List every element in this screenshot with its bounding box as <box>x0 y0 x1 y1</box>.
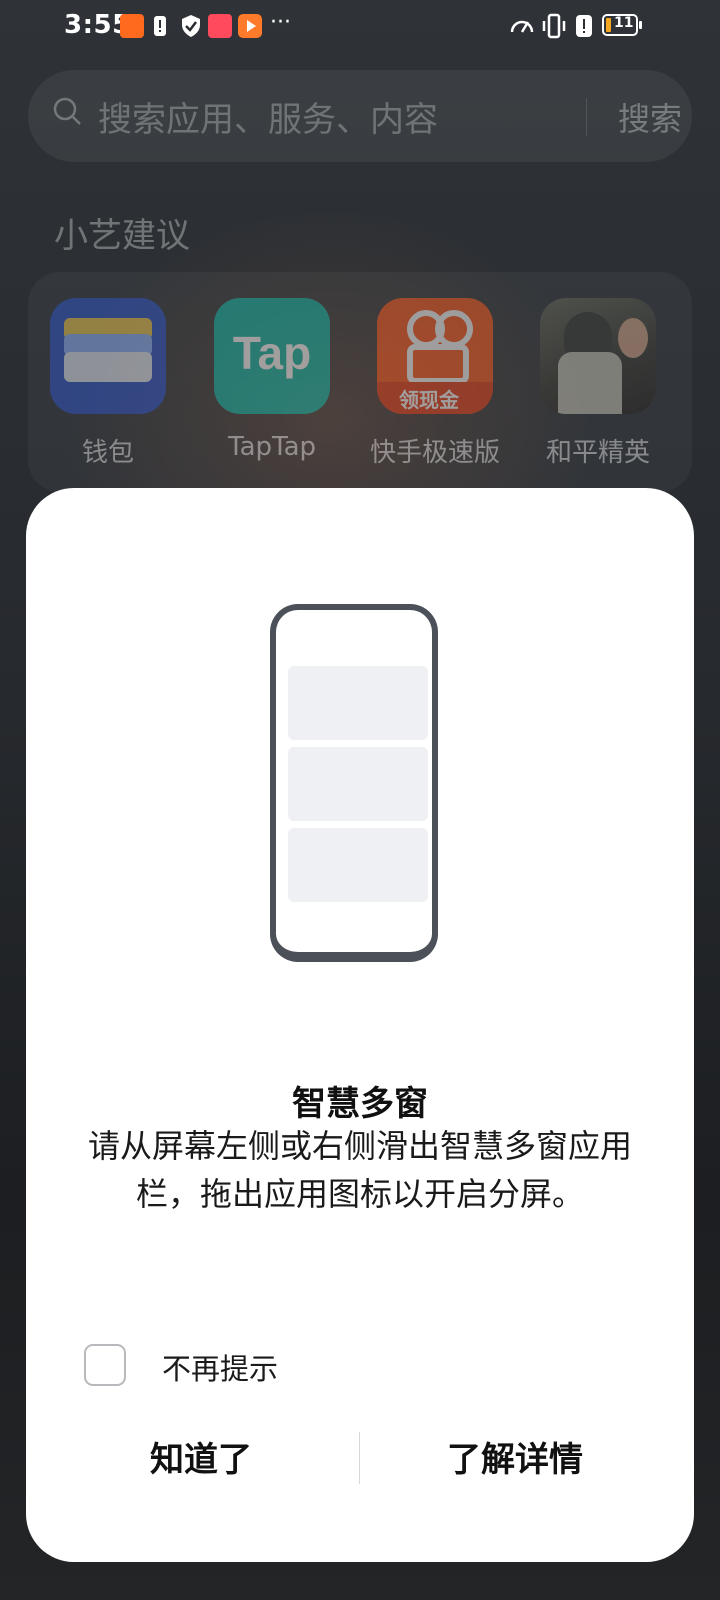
shield-icon <box>182 15 200 37</box>
alert-notification-icon <box>154 16 166 36</box>
play-notification-icon <box>238 14 262 38</box>
app-label: 快手极速版 <box>369 438 500 468</box>
phone-illustration <box>270 604 438 962</box>
kuaishou-badge: 领现金 <box>399 388 459 412</box>
search-button[interactable]: 搜索 <box>618 94 682 140</box>
battery-level <box>606 18 611 32</box>
vibrate-icon <box>542 13 566 39</box>
battery-percent: 11 <box>614 15 634 31</box>
kuaishou-notification-icon <box>120 14 144 38</box>
taptap-icon: Tap <box>214 298 330 414</box>
got-it-button[interactable]: 知道了 <box>86 1430 316 1490</box>
search-bar[interactable]: 搜索应用、服务、内容 搜索 <box>28 70 692 162</box>
window-pane <box>288 828 428 902</box>
taptap-icon-text: Tap <box>232 327 312 379</box>
window-pane <box>288 666 428 740</box>
suggestions-title: 小艺建议 <box>54 216 190 256</box>
dialog-title: 智慧多窗 <box>292 1084 428 1124</box>
app-kuaishou-lite[interactable]: 领现金 快手极速版 <box>350 298 520 469</box>
button-divider <box>359 1432 360 1484</box>
alert-icon <box>576 15 592 37</box>
search-placeholder: 搜索应用、服务、内容 <box>98 100 438 140</box>
app-wallet[interactable]: 钱包 <box>23 298 193 469</box>
kuaishou-lite-icon: 领现金 <box>377 298 493 414</box>
search-icon <box>53 97 81 125</box>
speedometer-icon <box>510 20 534 33</box>
dont-show-again-checkbox[interactable] <box>84 1344 126 1386</box>
learn-more-button[interactable]: 了解详情 <box>390 1430 640 1490</box>
status-bar: 3:55 ··· 11 <box>0 0 720 56</box>
window-pane <box>288 747 428 821</box>
app-peace-elite[interactable]: 和平精英 <box>513 298 683 469</box>
dont-show-again-label[interactable]: 不再提示 <box>162 1346 278 1388</box>
smart-multiwindow-dialog: 智慧多窗 请从屏幕左侧或右侧滑出智慧多窗应用栏，拖出应用图标以开启分屏。 不再提… <box>26 488 694 1562</box>
shopping-notification-icon <box>208 14 232 38</box>
app-label: 钱包 <box>81 438 134 468</box>
battery-icon: 11 <box>602 14 638 36</box>
battery-tip <box>639 21 642 29</box>
wallet-icon <box>50 298 166 414</box>
app-label: TapTap <box>227 432 317 462</box>
peace-elite-icon <box>540 298 656 414</box>
dialog-message: 请从屏幕左侧或右侧滑出智慧多窗应用栏，拖出应用图标以开启分屏。 <box>87 1127 632 1213</box>
search-divider <box>586 98 587 136</box>
app-label: 和平精英 <box>545 438 650 468</box>
more-notifications-icon: ··· <box>270 10 291 35</box>
app-taptap[interactable]: Tap TapTap <box>187 298 357 462</box>
